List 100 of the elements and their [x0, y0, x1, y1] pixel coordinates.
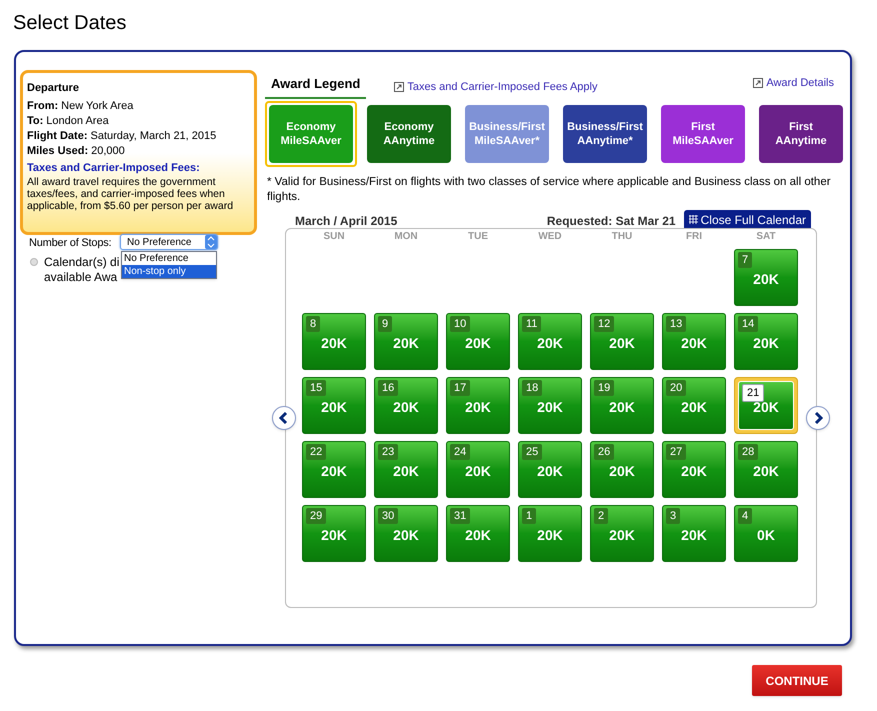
day-number: 22 [306, 444, 326, 460]
page-title: Select Dates [13, 11, 126, 36]
day-tile[interactable]: 2 20K [590, 505, 654, 562]
legend-item[interactable]: Economy AAnytime [367, 104, 451, 162]
stops-label: Number of Stops: [29, 236, 112, 251]
day-tile[interactable]: 21 20K [738, 381, 794, 430]
field-value: New York Area [61, 99, 134, 114]
day-number: 25 [522, 444, 542, 460]
day-tile[interactable]: 15 20K [302, 377, 366, 434]
day-tile[interactable]: 7 20K [734, 249, 798, 306]
requested-date: Requested: Sat Mar 21 [546, 212, 676, 230]
legend-item[interactable]: Economy MileSAAver [269, 104, 353, 162]
field-label: From: [27, 99, 58, 114]
weekday-label: TUE [467, 230, 489, 244]
day-tile[interactable]: 18 20K [518, 377, 582, 434]
day-tile[interactable]: 19 20K [590, 377, 654, 434]
external-link-icon [753, 78, 764, 88]
departure-heading: Departure [27, 81, 80, 96]
day-number: 29 [306, 508, 326, 524]
legend-item[interactable]: First AAnytime [759, 104, 843, 162]
legend-tab[interactable]: Award Legend [265, 74, 366, 98]
chevron-right-icon [813, 412, 823, 424]
day-number: 2 [594, 508, 608, 524]
day-tile[interactable]: 24 20K [446, 441, 510, 498]
select-arrows-icon [205, 235, 217, 249]
day-number: 17 [450, 380, 470, 396]
day-number: 7 [738, 252, 752, 268]
day-number: 13 [666, 316, 686, 332]
day-tile[interactable]: 28 20K [734, 441, 798, 498]
field-value: 20,000 [91, 144, 125, 159]
field-value: Saturday, March 21, 2015 [90, 129, 216, 144]
day-number: 3 [666, 508, 680, 524]
stops-select[interactable]: No Preference [120, 234, 218, 250]
day-number: 21 [742, 384, 764, 402]
month-title: March / April 2015 [295, 212, 398, 230]
day-tile[interactable]: 26 20K [590, 441, 654, 498]
weekday-label: FRI [684, 230, 704, 244]
fees-heading: Taxes and Carrier-Imposed Fees: [27, 161, 201, 176]
day-number: 26 [594, 444, 614, 460]
calendar-note: available Awa [44, 270, 118, 285]
field-label: To: [27, 114, 44, 129]
day-number: 23 [378, 444, 398, 460]
day-number: 31 [450, 508, 470, 524]
day-number: 16 [378, 380, 398, 396]
calendar-note: Calendar(s) di [44, 255, 120, 270]
day-number: 28 [738, 444, 758, 460]
field-label: Miles Used: [27, 144, 88, 159]
day-tile[interactable]: 4 0K [734, 505, 798, 562]
legend-item[interactable]: Business/First MileSAAver* [465, 104, 549, 162]
award-details-link[interactable]: Award Details [753, 75, 840, 98]
weekday-label: SAT [755, 230, 777, 244]
field-value: London Area [46, 114, 109, 129]
calendar-icon [688, 215, 698, 224]
weekday-label: THU [610, 230, 634, 244]
day-tile[interactable]: 13 20K [662, 313, 726, 370]
day-number: 19 [594, 380, 614, 396]
chevron-left-icon [279, 412, 289, 424]
day-tile[interactable]: 12 20K [590, 313, 654, 370]
day-tile[interactable]: 27 20K [662, 441, 726, 498]
day-number: 12 [594, 316, 614, 332]
dropdown-option[interactable]: No Preference [122, 252, 216, 265]
legend-item[interactable]: First MileSAAver [661, 104, 745, 162]
day-number: 15 [306, 380, 326, 396]
external-link-icon [394, 82, 404, 92]
dropdown-option[interactable]: Non-stop only [122, 265, 216, 278]
day-number: 8 [306, 316, 320, 332]
weekday-label: MON [393, 230, 419, 244]
fees-link[interactable]: Taxes and Carrier-Imposed Fees Apply [394, 79, 598, 98]
day-tile[interactable]: 31 20K [446, 505, 510, 562]
day-number: 20 [666, 380, 686, 396]
day-tile[interactable]: 3 20K [662, 505, 726, 562]
day-tile[interactable]: 11 20K [518, 313, 582, 370]
continue-button[interactable]: CONTINUE [752, 665, 842, 696]
day-tile[interactable]: 23 20K [374, 441, 438, 498]
weekday-label: WED [537, 230, 563, 244]
day-tile[interactable]: 17 20K [446, 377, 510, 434]
day-tile[interactable]: 25 20K [518, 441, 582, 498]
day-tile[interactable]: 14 20K [734, 313, 798, 370]
legend-item[interactable]: Business/First AAnytime* [563, 104, 647, 162]
day-tile[interactable]: 16 20K [374, 377, 438, 434]
day-number: 18 [522, 380, 542, 396]
day-tile[interactable]: 8 20K [302, 313, 366, 370]
day-number: 10 [450, 316, 470, 332]
day-tile[interactable]: 30 20K [374, 505, 438, 562]
day-number: 27 [666, 444, 686, 460]
day-tile[interactable]: 22 20K [302, 441, 366, 498]
radio-icon[interactable] [30, 258, 38, 266]
day-tile[interactable]: 20 20K [662, 377, 726, 434]
day-number: 9 [378, 316, 392, 332]
day-number: 1 [522, 508, 536, 524]
day-tile[interactable]: 29 20K [302, 505, 366, 562]
day-tile[interactable]: 10 20K [446, 313, 510, 370]
day-number: 14 [738, 316, 758, 332]
fees-text: All award travel requires the government taxes/fees, and carrier-imposed fees when applicable, from $5.60 per person per award [27, 176, 234, 212]
field-label: Flight Date: [27, 129, 88, 144]
day-tile[interactable]: 1 20K [518, 505, 582, 562]
footnote-text: * Valid for Business/First on flights with two classes of service where applicable and Business class on all other flights. [266, 174, 832, 204]
day-number: 30 [378, 508, 398, 524]
day-number: 4 [738, 508, 752, 524]
day-tile[interactable]: 9 20K [374, 313, 438, 370]
